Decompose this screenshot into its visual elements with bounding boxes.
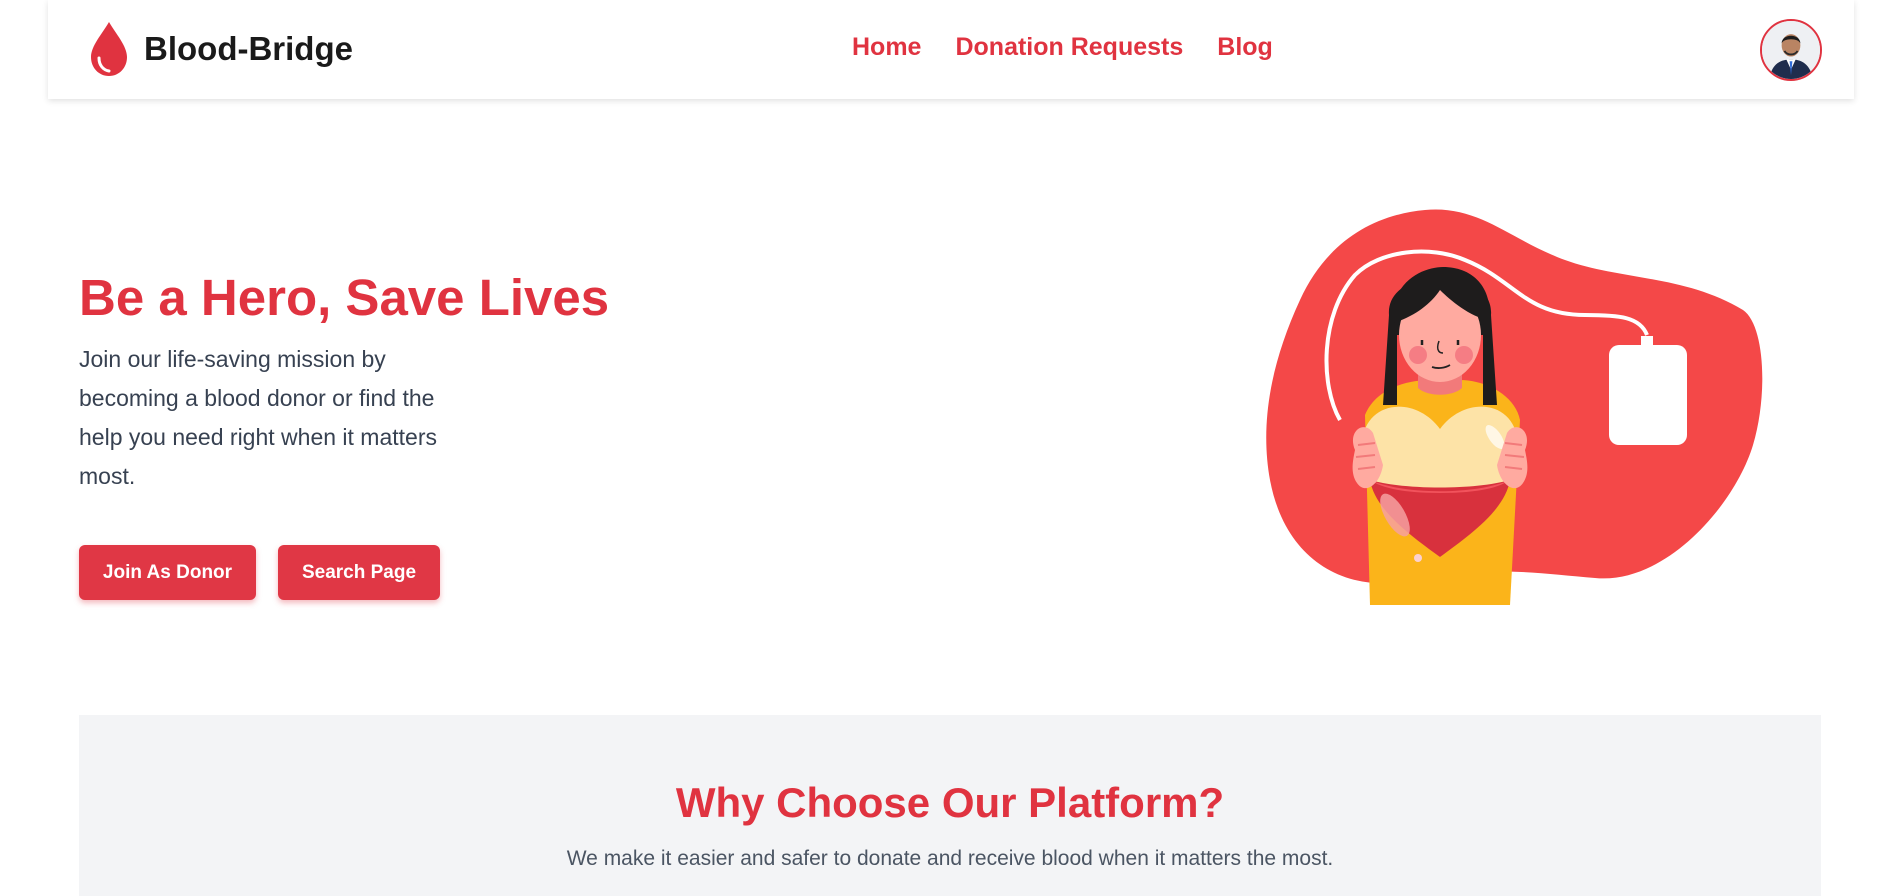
join-as-donor-button[interactable]: Join As Donor bbox=[79, 545, 256, 600]
hero-illustration bbox=[1266, 209, 1763, 605]
avatar-photo bbox=[1762, 21, 1820, 79]
navbar: Blood-Bridge Home Donation Requests Blog bbox=[48, 0, 1854, 99]
nav-blog[interactable]: Blog bbox=[1217, 33, 1273, 62]
why-choose-section: Why Choose Our Platform? We make it easi… bbox=[79, 715, 1821, 896]
why-choose-title: Why Choose Our Platform? bbox=[675, 779, 1225, 826]
brand-logo[interactable]: Blood-Bridge bbox=[86, 20, 353, 78]
main-nav: Home Donation Requests Blog bbox=[852, 33, 1307, 62]
user-avatar[interactable] bbox=[1760, 19, 1822, 81]
hero-title: Be a Hero, Save Lives bbox=[79, 269, 610, 326]
search-page-button[interactable]: Search Page bbox=[278, 545, 440, 600]
hero-description: Join our life-saving mission by becoming… bbox=[79, 346, 437, 489]
why-choose-subtitle: We make it easier and safer to donate an… bbox=[566, 847, 1334, 870]
nav-donation-requests[interactable]: Donation Requests bbox=[955, 33, 1183, 62]
nav-home[interactable]: Home bbox=[852, 33, 921, 62]
brand-name: Blood-Bridge bbox=[144, 30, 353, 67]
blood-drop-icon bbox=[91, 22, 127, 76]
